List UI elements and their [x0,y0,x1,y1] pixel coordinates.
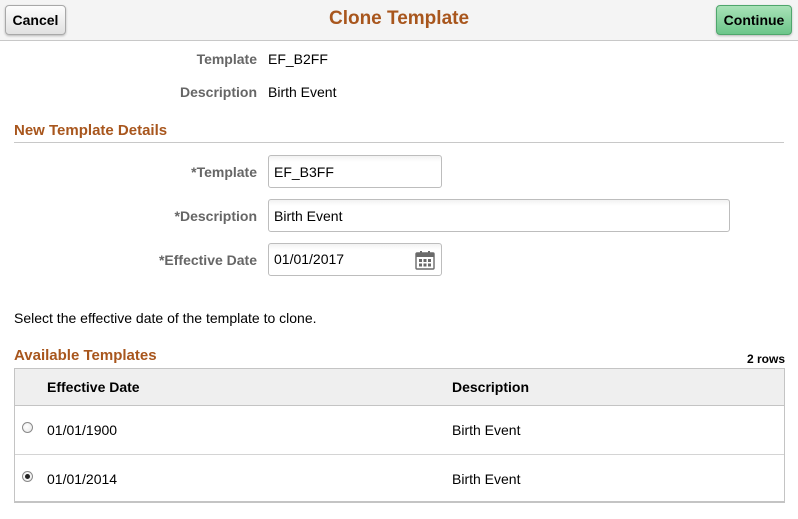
new-template-details-heading: New Template Details [14,122,168,139]
source-template-value: EF_B2FF [268,51,328,67]
available-templates-heading: Available Templates [14,347,157,364]
row-description: Birth Event [452,422,521,438]
continue-button[interactable]: Continue [716,5,792,35]
row-effective-date: 01/01/1900 [47,422,118,438]
effective-date-label: *Effective Date [158,252,257,268]
column-header-effective-date[interactable]: Effective Date [47,379,140,395]
new-description-label: *Description [174,208,257,224]
new-template-label: *Template [191,164,257,180]
effective-date-value[interactable]: 01/01/2017 [274,251,344,267]
source-description-value: Birth Event [268,84,337,100]
source-description-label: Description [179,84,257,100]
calendar-icon[interactable] [415,250,435,270]
column-header-description[interactable]: Description [452,379,529,395]
header-bar: Cancel Clone Template Continue [0,0,798,41]
row-select-radio[interactable] [22,422,33,433]
source-template-label: Template [196,51,257,67]
available-templates-grid: Effective Date Description 01/01/1900 Bi… [14,368,785,503]
new-template-input[interactable] [268,155,442,188]
table-row[interactable]: 01/01/1900 Birth Event [15,406,784,455]
row-description: Birth Event [452,471,521,487]
table-row[interactable]: 01/01/2014 Birth Event [15,455,784,504]
page-title: Clone Template [328,8,470,29]
instruction-text: Select the effective date of the templat… [14,310,317,326]
effective-date-field[interactable]: 01/01/2017 [268,243,442,276]
row-count: 2 rows [746,352,785,366]
grid-header: Effective Date Description [15,369,784,406]
row-select-radio[interactable] [22,471,33,482]
row-effective-date: 01/01/2014 [47,471,118,487]
new-description-input[interactable] [268,199,730,232]
section-divider [14,142,784,143]
